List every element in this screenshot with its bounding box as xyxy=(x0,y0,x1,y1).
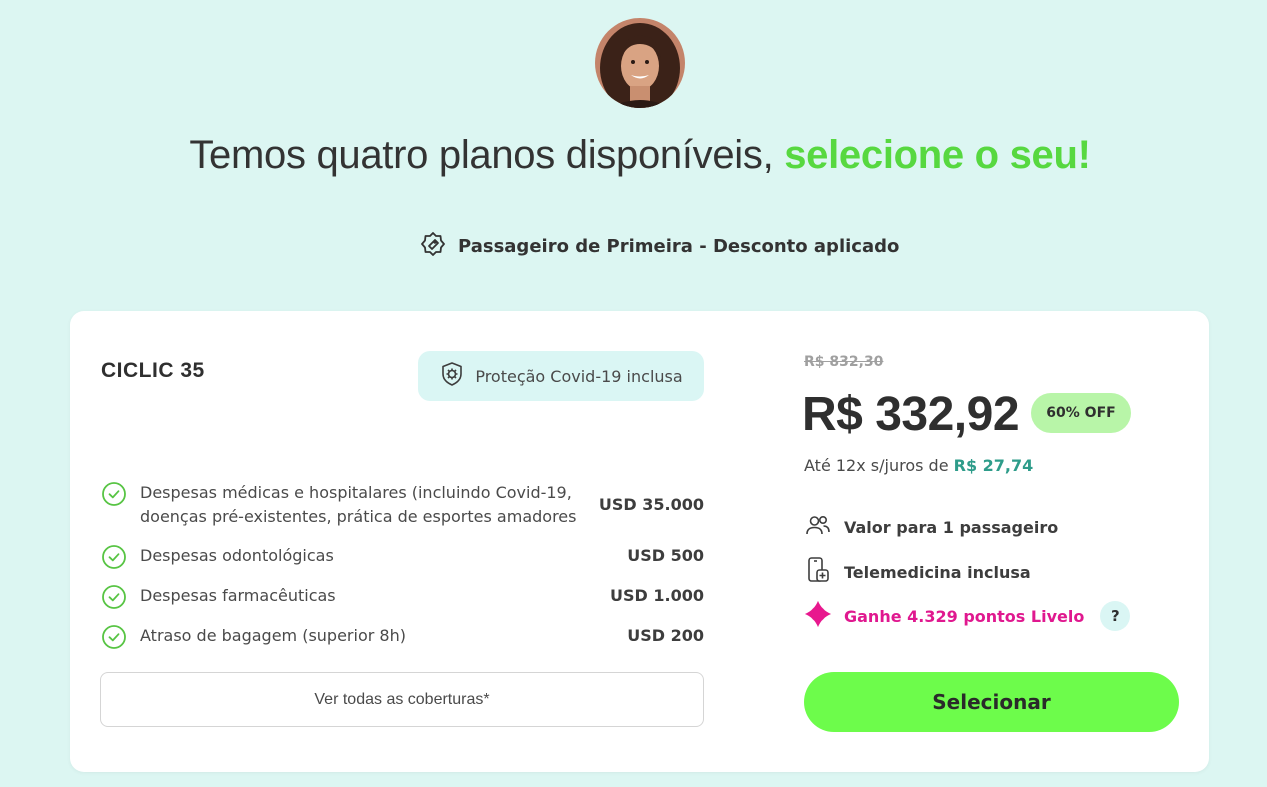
coverage-label: Despesas médicas e hospitalares (incluin… xyxy=(140,483,577,526)
livelo-points-label: Ganhe 4.329 pontos Livelo xyxy=(844,606,1085,626)
discount-text: Passageiro de Primeira - Desconto aplica… xyxy=(458,235,900,257)
discount-badge: 60% OFF xyxy=(1031,393,1131,433)
check-circle-icon xyxy=(101,584,127,610)
coverage-row: Despesas odontológicas USD 500 xyxy=(101,544,704,570)
covid-badge-label: Proteção Covid-19 inclusa xyxy=(475,366,683,386)
users-icon xyxy=(804,511,832,543)
check-circle-icon xyxy=(101,481,127,507)
check-circle-icon xyxy=(101,624,127,650)
coverage-row: Atraso de bagagem (superior 8h) USD 200 xyxy=(101,624,704,650)
coverage-label: Despesas farmacêuticas xyxy=(140,586,336,605)
current-price: R$ 332,92 xyxy=(802,388,1020,441)
installments-info: Até 12x s/juros de R$ 27,74 xyxy=(804,456,1033,475)
livelo-help-button[interactable]: ? xyxy=(1100,601,1131,631)
coverage-label: Atraso de bagagem (superior 8h) xyxy=(140,626,406,645)
feature-passengers: Valor para 1 passageiro xyxy=(804,511,1058,543)
coverage-value: USD 500 xyxy=(627,546,704,565)
discount-applied-label: Passageiro de Primeira - Desconto aplica… xyxy=(420,231,900,262)
covid-badge: Proteção Covid-19 inclusa xyxy=(418,351,704,401)
feature-telemedicine: Telemedicina inclusa xyxy=(804,556,1031,588)
coverage-row: Despesas médicas e hospitalares (incluin… xyxy=(101,481,704,529)
shield-virus-icon xyxy=(439,361,465,391)
coverage-value: USD 200 xyxy=(627,626,704,645)
view-all-coverages-button[interactable]: Ver todas as coberturas* xyxy=(100,672,704,727)
passengers-label: Valor para 1 passageiro xyxy=(844,517,1059,537)
plan-name: CICLIC 35 xyxy=(101,359,205,382)
livelo-icon xyxy=(804,600,832,632)
coverage-value: USD 35.000 xyxy=(598,495,704,514)
installments-value: R$ 27,74 xyxy=(953,456,1034,475)
phone-plus-icon xyxy=(804,556,832,588)
feature-livelo: Ganhe 4.329 pontos Livelo ? xyxy=(804,600,1131,632)
discount-tag-icon xyxy=(420,231,446,262)
original-price: R$ 832,30 xyxy=(804,354,884,370)
installments-prefix: Até 12x s/juros de xyxy=(804,456,954,475)
plan-card: CICLIC 35 Proteção Covid-19 inclusa Desp… xyxy=(70,311,1209,772)
headline-prefix: Temos quatro planos disponíveis, xyxy=(189,133,785,177)
coverage-value: USD 1.000 xyxy=(610,586,704,605)
coverage-label: Despesas odontológicas xyxy=(140,546,334,565)
avatar xyxy=(595,18,685,108)
coverage-row: Despesas farmacêuticas USD 1.000 xyxy=(101,584,704,610)
headline-accent: selecione o seu! xyxy=(784,133,1091,177)
page-title: Temos quatro planos disponíveis, selecio… xyxy=(0,133,1267,178)
check-circle-icon xyxy=(101,544,127,570)
select-plan-button[interactable]: Selecionar xyxy=(804,672,1179,732)
telemedicine-label: Telemedicina inclusa xyxy=(844,562,1031,582)
